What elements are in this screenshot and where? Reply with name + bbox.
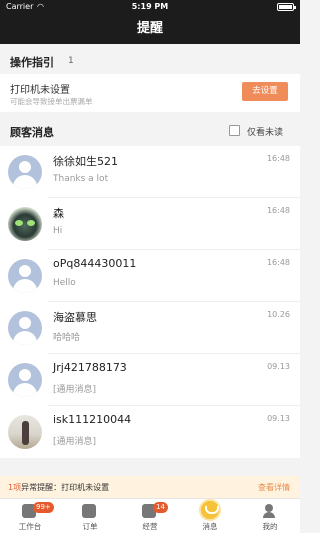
profile-icon xyxy=(262,504,276,518)
message-time: 16:48 xyxy=(266,154,290,163)
status-bar: Carrier ◠ 5:19 PM xyxy=(0,0,300,14)
avatar xyxy=(8,363,42,397)
message-preview: [通用消息] xyxy=(53,437,97,447)
guide-count: 1 xyxy=(68,56,74,66)
message-preview: [通用消息] xyxy=(53,385,97,395)
message-time: 09.13 xyxy=(267,362,290,371)
guide-item-title: 打印机未设置 xyxy=(10,85,70,96)
order-icon xyxy=(82,504,96,518)
exception-alert-bar: 1项异常提醒：打印机未设置 查看详情 xyxy=(0,476,300,498)
sender-name: oPq844430011 xyxy=(53,257,137,270)
tab-label: 我的 xyxy=(262,522,278,531)
tab-bar: 99+ 工作台 订单 14 经营 消息 我的 xyxy=(0,498,300,533)
battery-icon xyxy=(277,3,296,11)
list-item[interactable]: oPq844430011 Hello 16:48 xyxy=(0,250,300,302)
message-preview: Hello xyxy=(53,278,76,288)
message-time: 10.26 xyxy=(267,310,290,319)
tab-business[interactable]: 14 经营 xyxy=(120,499,180,533)
tab-orders[interactable]: 订单 xyxy=(60,499,120,533)
operation-guide: 操作指引 1 打印机未设置 可能会导致接单出票漏单 去设置 xyxy=(0,48,300,112)
tab-profile[interactable]: 我的 xyxy=(240,499,300,533)
list-item[interactable]: isk111210044 [通用消息] 09.13 xyxy=(0,406,300,458)
alert-count: 1项 xyxy=(8,483,22,492)
message-time: 16:48 xyxy=(266,258,290,267)
tab-label: 订单 xyxy=(82,522,98,531)
guide-item-subtitle: 可能会导致接单出票漏单 xyxy=(10,97,93,106)
guide-title: 操作指引 xyxy=(10,56,54,69)
alert-message: 异常提醒：打印机未设置 xyxy=(21,483,110,492)
message-time: 16:48 xyxy=(266,206,290,215)
messages-title: 顾客消息 xyxy=(10,126,54,139)
tab-label: 经营 xyxy=(142,522,158,531)
list-item[interactable]: Jrj421788173 [通用消息] 09.13 xyxy=(0,354,300,406)
unread-only-label[interactable]: 仅看未读 xyxy=(247,125,283,138)
tab-label: 消息 xyxy=(202,522,218,531)
messages-header: 顾客消息 仅看未读 xyxy=(0,116,300,146)
nav-bar: 提醒 xyxy=(0,14,300,44)
view-details-link[interactable]: 查看详情 xyxy=(258,482,290,493)
message-preview: Thanks a lot xyxy=(53,174,109,184)
list-item[interactable]: 海盗慕思 哈哈哈 10.26 xyxy=(0,302,300,354)
sender-name: 徐徐如生521 xyxy=(53,155,118,168)
unread-only-checkbox[interactable] xyxy=(229,125,240,136)
avatar xyxy=(8,207,42,241)
tab-messages[interactable]: 消息 xyxy=(180,499,240,533)
message-preview: 哈哈哈 xyxy=(53,333,81,343)
sender-name: isk111210044 xyxy=(53,413,132,426)
page-title: 提醒 xyxy=(136,21,163,36)
list-item[interactable]: 徐徐如生521 Thanks a lot 16:48 xyxy=(0,146,300,198)
message-list: 徐徐如生521 Thanks a lot 16:48 森 Hi 16:48 oP… xyxy=(0,146,300,458)
message-preview: Hi xyxy=(53,226,63,236)
avatar xyxy=(8,415,42,449)
list-item[interactable]: 森 Hi 16:48 xyxy=(0,198,300,250)
guide-header: 操作指引 1 xyxy=(0,48,300,74)
avatar xyxy=(8,259,42,293)
clock: 5:19 PM xyxy=(131,2,169,11)
tab-label: 工作台 xyxy=(18,522,42,531)
tab-workbench[interactable]: 99+ 工作台 xyxy=(0,499,60,533)
go-setup-button[interactable]: 去设置 xyxy=(242,82,288,101)
message-time: 09.13 xyxy=(267,414,290,423)
message-icon xyxy=(199,499,221,521)
sender-name: 海盗慕思 xyxy=(53,311,97,324)
avatar xyxy=(8,311,42,345)
sender-name: Jrj421788173 xyxy=(53,361,127,374)
workbench-badge: 99+ xyxy=(33,502,54,513)
business-badge: 14 xyxy=(153,502,168,513)
alert-text: 1项异常提醒：打印机未设置 xyxy=(8,482,109,493)
avatar xyxy=(8,155,42,189)
sender-name: 森 xyxy=(53,207,64,220)
